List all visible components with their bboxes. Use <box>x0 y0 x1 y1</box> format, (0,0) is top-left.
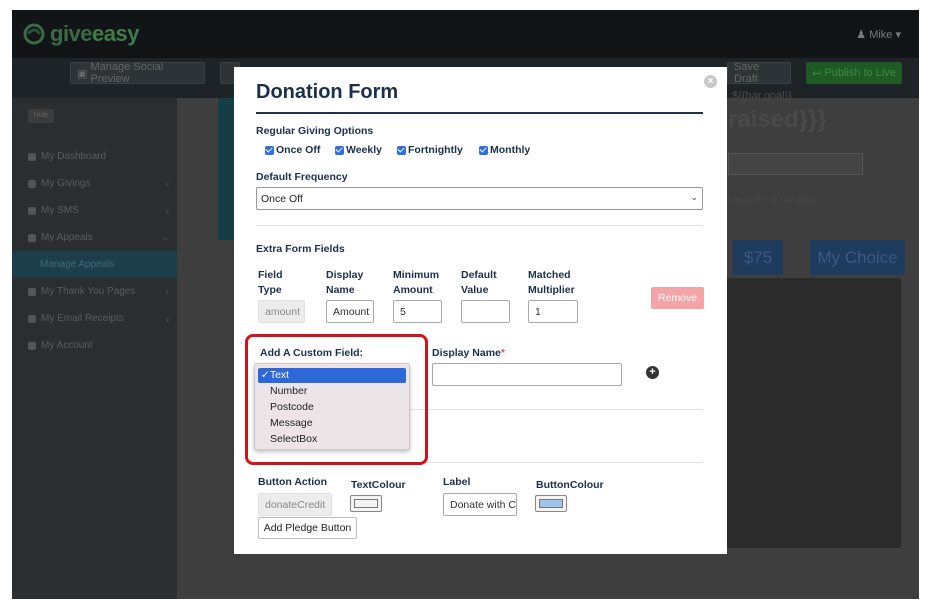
logo-text: giveeasy <box>50 21 139 46</box>
sidebar-item-manage-appeals[interactable]: Manage Appeals <box>12 251 177 278</box>
matched-multiplier-input[interactable]: 1 <box>528 300 578 323</box>
minimum-amount-input[interactable]: 5 <box>393 300 442 323</box>
logo-swirl-icon <box>23 23 45 45</box>
chevron-left-icon: ‹ <box>166 286 169 297</box>
bar-goal-text: ${{bar.goal}} <box>732 90 792 102</box>
section-divider <box>256 225 703 226</box>
col-display-name: Display Name <box>326 269 364 296</box>
field-type-input: amount <box>258 300 305 323</box>
remove-button[interactable]: Remove <box>651 287 704 309</box>
chevron-left-icon: ‹ <box>166 205 169 216</box>
chevron-left-icon: ‹ <box>166 313 169 324</box>
default-frequency-label: Default Frequency <box>256 171 348 183</box>
custom-display-name-input[interactable] <box>432 363 622 386</box>
percent-text: cent}}}% of our goal. <box>728 195 819 206</box>
manage-social-preview-button[interactable]: ▣ Manage Social Preview <box>70 61 205 85</box>
save-draft-button[interactable]: Save Draft <box>727 61 791 85</box>
default-frequency-value: Once Off <box>261 193 303 205</box>
checkbox-monthly[interactable]: Monthly <box>479 144 530 156</box>
amount-75-button[interactable]: $75 <box>733 240 783 275</box>
button-colour-swatch <box>539 499 563 508</box>
raised-text: raised}}} <box>728 106 827 133</box>
donation-form-modal: × Donation Form Regular Giving Options O… <box>234 67 727 554</box>
sidebar-item-thank-you-pages[interactable]: My Thank You Pages ‹ <box>12 278 177 305</box>
button-action-input: donateCredit <box>258 493 332 516</box>
title-divider <box>256 112 703 114</box>
checkbox-icon <box>479 145 488 155</box>
top-navbar: giveeasy ♟ Mike ▾ <box>12 10 919 58</box>
sidebar-item-account[interactable]: My Account <box>12 332 177 359</box>
text-colour-swatch <box>354 499 378 508</box>
preview-card <box>716 278 901 548</box>
col-minimum-amount: Minimum Amount <box>393 269 440 296</box>
progress-bar <box>728 153 863 175</box>
sidebar: Hide My Dashboard My Givings ‹ My SMS ‹ My… <box>12 98 177 599</box>
checkbox-icon <box>265 145 274 155</box>
sidebar-item-sms[interactable]: My SMS ‹ <box>12 197 177 224</box>
checkbox-icon <box>397 145 406 155</box>
col-field-type: Field Type <box>258 269 283 296</box>
checkbox-once-off[interactable]: Once Off <box>265 144 320 156</box>
hide-sidebar-button[interactable]: Hide <box>28 109 54 123</box>
receipts-icon <box>28 314 36 323</box>
col-default-value: Default Value <box>461 269 497 296</box>
default-frequency-select[interactable]: Once Off ⌄ <box>256 187 703 210</box>
checkbox-fortnightly[interactable]: Fortnightly <box>397 144 463 156</box>
publish-to-live-button[interactable]: ↩ Publish to Live <box>806 62 902 84</box>
text-colour-picker[interactable] <box>350 495 382 512</box>
sms-icon <box>28 206 36 215</box>
label-label: Label <box>443 476 471 488</box>
button-colour-label: ButtonColour <box>536 479 604 491</box>
display-name-input[interactable]: Amount <box>326 300 374 323</box>
pages-icon <box>28 287 36 296</box>
sidebar-item-givings[interactable]: My Givings ‹ <box>12 170 177 197</box>
add-custom-field-icon[interactable]: + <box>646 366 659 379</box>
sidebar-item-appeals[interactable]: My Appeals ⌄ <box>12 224 177 251</box>
checkbox-weekly[interactable]: Weekly <box>335 144 382 156</box>
sidebar-item-email-receipts[interactable]: My Email Receipts ‹ <box>12 305 177 332</box>
regular-giving-label: Regular Giving Options <box>256 125 374 137</box>
sidebar-item-dashboard[interactable]: My Dashboard <box>12 143 177 170</box>
chevron-down-icon: ⌄ <box>690 192 698 202</box>
text-colour-label: TextColour <box>351 479 406 491</box>
givings-icon <box>28 179 36 188</box>
default-value-input[interactable] <box>461 300 510 323</box>
extra-form-fields-label: Extra Form Fields <box>256 243 345 255</box>
annotation-highlight-box <box>245 334 428 465</box>
close-icon[interactable]: × <box>704 75 717 88</box>
logo[interactable]: giveeasy <box>22 21 139 47</box>
button-action-label: Button Action <box>258 476 328 488</box>
gear-icon <box>28 341 36 350</box>
appeals-icon <box>28 233 36 242</box>
dashboard-icon <box>28 152 36 161</box>
my-choice-button[interactable]: My Choice <box>810 240 905 275</box>
user-menu[interactable]: ♟ Mike ▾ <box>856 28 901 41</box>
display-name-label: Display Name* <box>432 347 505 359</box>
col-matched-multiplier: Matched Multiplier <box>528 269 575 296</box>
add-pledge-button[interactable]: Add Pledge Button <box>258 517 357 539</box>
chevron-down-icon: ⌄ <box>161 232 169 242</box>
chevron-left-icon: ‹ <box>166 178 169 189</box>
checkbox-icon <box>335 145 344 155</box>
label-input[interactable]: Donate with C <box>443 493 517 516</box>
button-colour-picker[interactable] <box>535 495 567 512</box>
modal-title: Donation Form <box>256 81 399 103</box>
